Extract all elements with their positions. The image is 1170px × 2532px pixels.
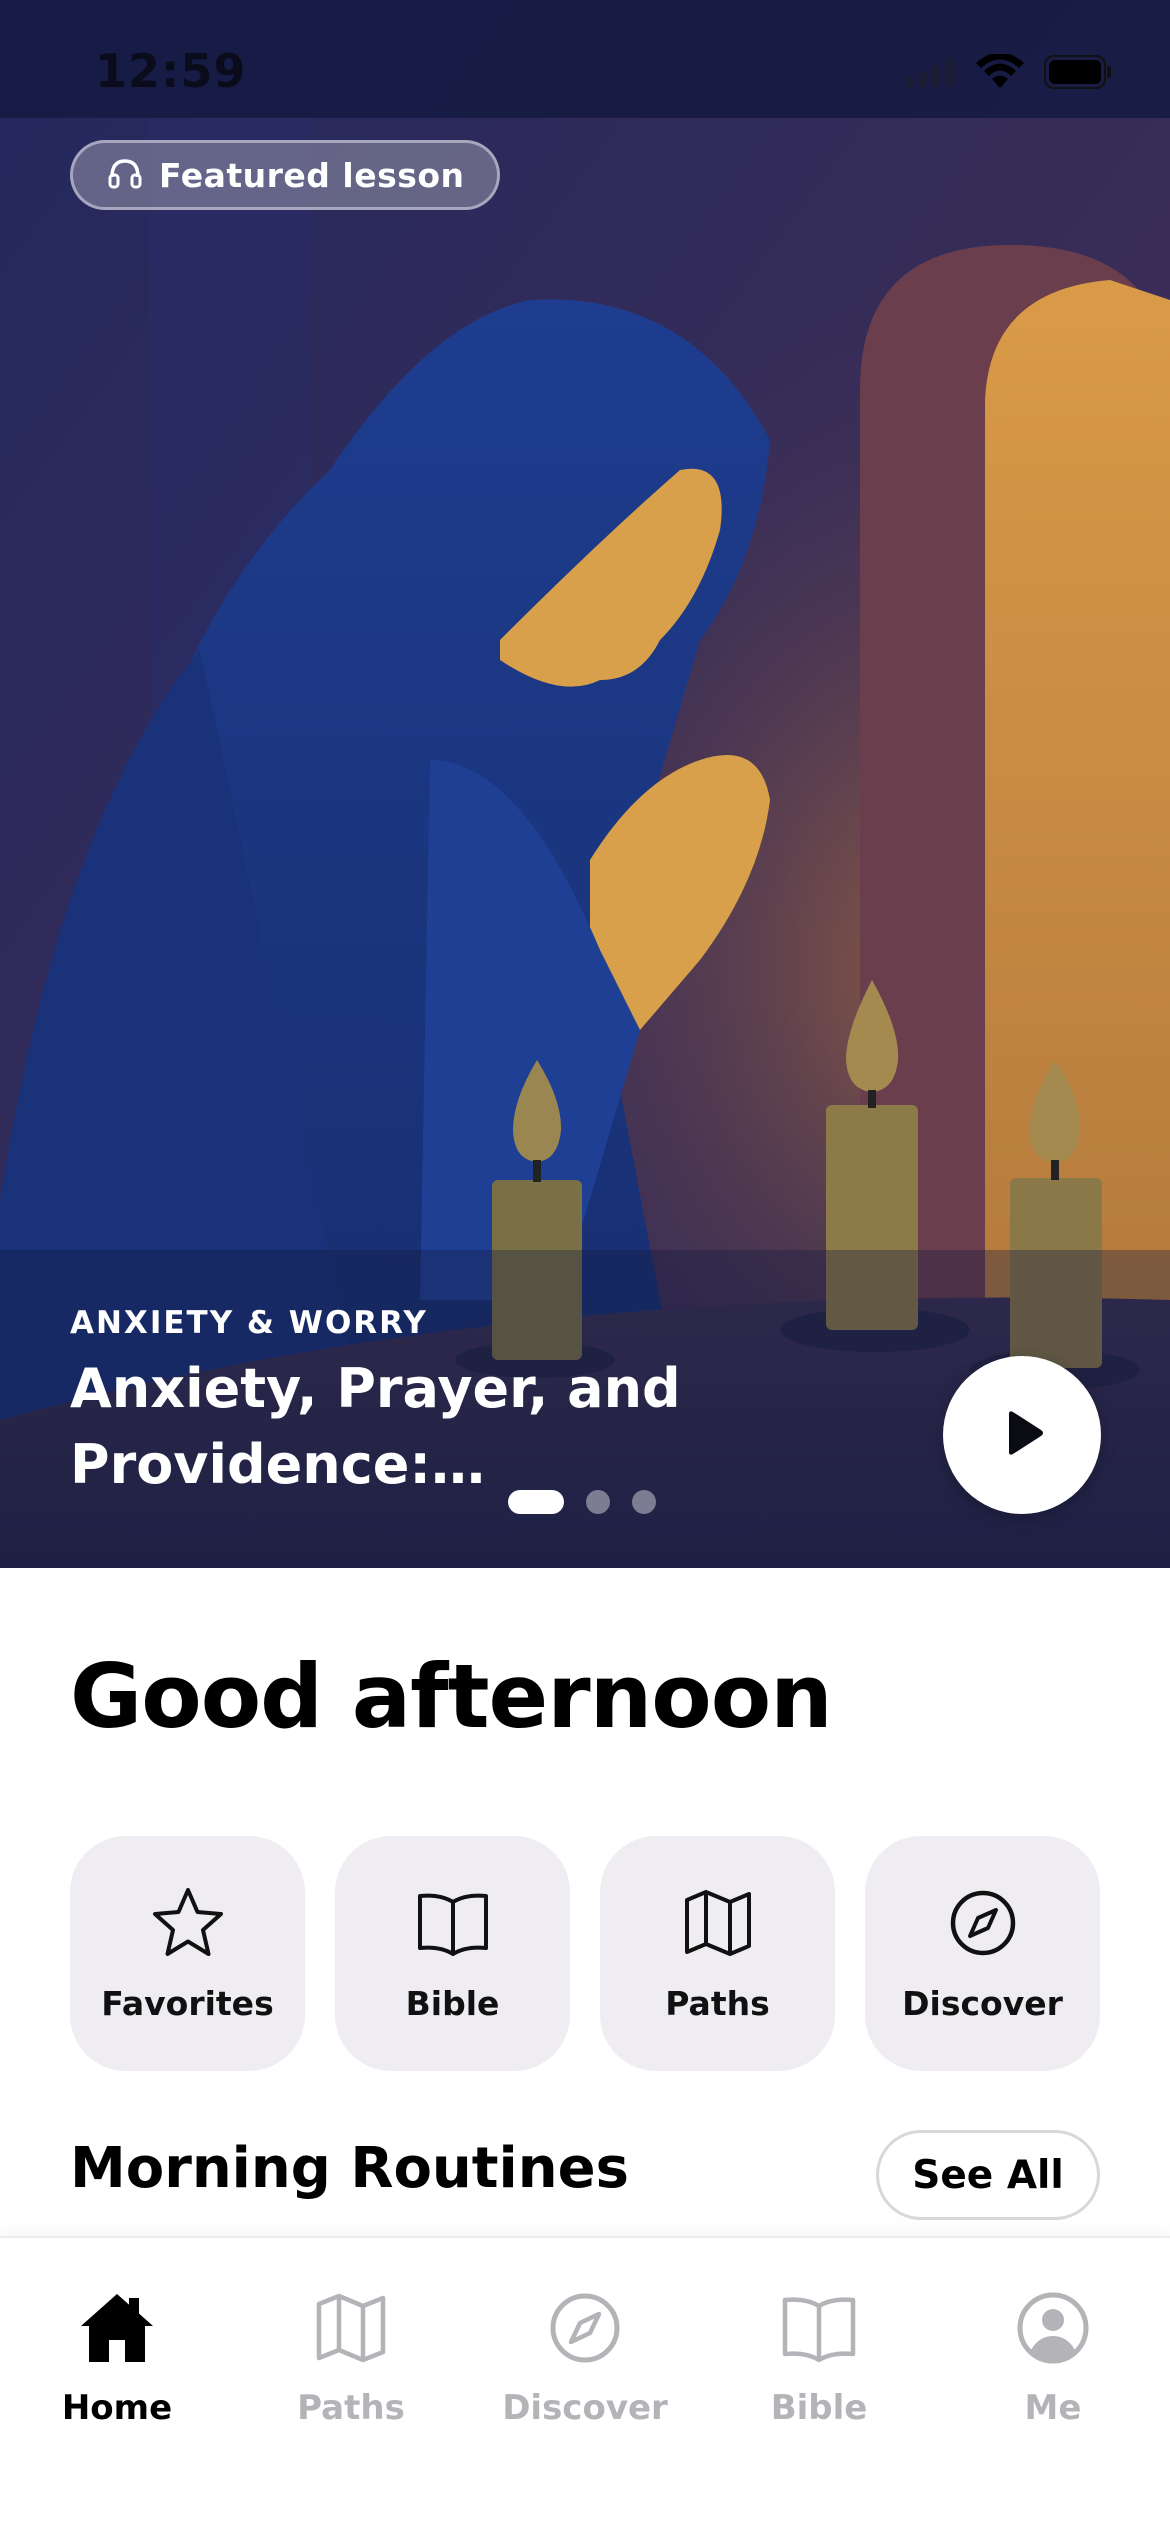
pager-dot[interactable] <box>586 1490 610 1514</box>
tab-paths[interactable]: Paths <box>234 2288 468 2428</box>
tab-home[interactable]: Home <box>0 2288 234 2428</box>
see-all-button[interactable]: See All <box>876 2130 1100 2220</box>
featured-lesson-badge: Featured lesson <box>70 140 500 210</box>
tab-discover-label: Discover <box>502 2388 668 2428</box>
section-title: Morning Routines <box>70 2136 629 2201</box>
book-icon <box>414 1884 492 1966</box>
discover-label: Discover <box>902 1984 1063 2023</box>
profile-icon <box>1013 2288 1093 2372</box>
bible-label: Bible <box>405 1984 500 2023</box>
home-screen: 12:59 Featured lesson ANXIETY & WORRY An… <box>0 0 1170 2532</box>
pager-dot-active[interactable] <box>508 1490 564 1514</box>
carousel-pager[interactable] <box>508 1490 656 1514</box>
tab-me-label: Me <box>1024 2388 1082 2428</box>
signal-icon <box>906 57 956 91</box>
tab-paths-label: Paths <box>297 2388 405 2428</box>
status-bar: 12:59 <box>0 0 1170 118</box>
bible-button[interactable]: Bible <box>335 1836 570 2071</box>
tab-home-label: Home <box>61 2388 173 2428</box>
tab-me[interactable]: Me <box>936 2288 1170 2428</box>
battery-icon <box>1044 55 1112 93</box>
favorites-label: Favorites <box>101 1984 274 2023</box>
status-icons <box>906 52 1112 94</box>
paths-button[interactable]: Paths <box>600 1836 835 2071</box>
featured-lesson-label: Featured lesson <box>159 155 465 195</box>
quick-actions: Favorites Bible Paths Discover <box>70 1836 1100 2071</box>
star-icon <box>149 1884 227 1966</box>
status-time: 12:59 <box>95 44 247 98</box>
home-icon <box>77 2288 157 2372</box>
play-icon <box>997 1408 1047 1462</box>
paths-label: Paths <box>665 1984 770 2023</box>
compass-icon <box>944 1884 1022 1966</box>
pager-dot[interactable] <box>632 1490 656 1514</box>
headphones-icon <box>107 155 143 195</box>
tab-bible[interactable]: Bible <box>702 2288 936 2428</box>
compass-icon <box>545 2288 625 2372</box>
tab-discover[interactable]: Discover <box>468 2288 702 2428</box>
greeting-heading: Good afternoon <box>70 1645 833 1748</box>
map-icon <box>679 1884 757 1966</box>
lesson-category: ANXIETY & WORRY <box>70 1305 428 1341</box>
tab-bar: Home Paths Discover Bible Me <box>0 2236 1170 2532</box>
featured-lesson-hero[interactable]: 12:59 Featured lesson ANXIETY & WORRY An… <box>0 0 1170 1568</box>
lesson-title[interactable]: Anxiety, Prayer, and Providence: Underst… <box>70 1351 920 1503</box>
play-button[interactable] <box>943 1356 1101 1514</box>
hero-text: ANXIETY & WORRY Anxiety, Prayer, and Pro… <box>70 1305 930 1503</box>
discover-button[interactable]: Discover <box>865 1836 1100 2071</box>
tab-bible-label: Bible <box>770 2388 868 2428</box>
wifi-icon <box>976 52 1024 94</box>
map-icon <box>311 2288 391 2372</box>
favorites-button[interactable]: Favorites <box>70 1836 305 2071</box>
book-icon <box>779 2288 859 2372</box>
